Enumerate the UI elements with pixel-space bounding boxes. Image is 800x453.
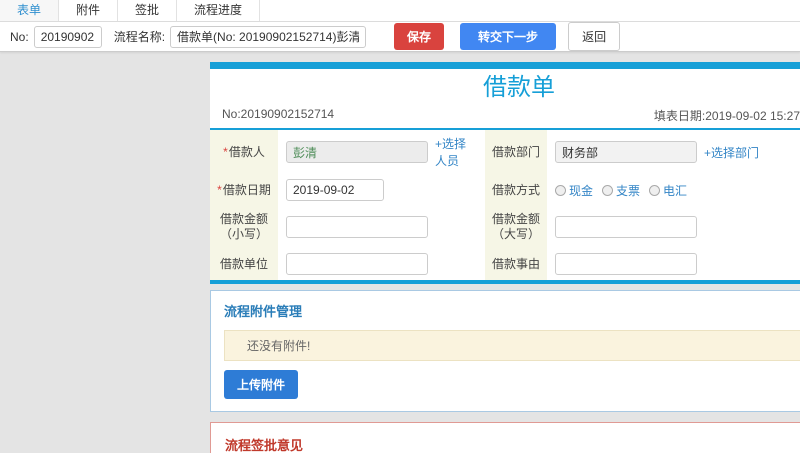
required-mark: *: [217, 182, 222, 197]
loan-unit-field: [278, 248, 485, 280]
radio-wire-transfer[interactable]: 电汇: [649, 182, 687, 199]
loan-unit-input[interactable]: [286, 253, 428, 275]
amount-small-label: 借款金额（小写）: [210, 206, 278, 248]
amount-big-field: [547, 206, 800, 248]
tab-attachments[interactable]: 附件: [59, 0, 119, 21]
command-bar: No: 流程名称: 保存 转交下一步 返回: [0, 22, 800, 52]
no-label: No:: [10, 29, 29, 44]
form-meta-row: No:20190902152714 填表日期:2019-09-02 15:27:…: [210, 105, 800, 130]
radio-icon[interactable]: [555, 184, 566, 196]
radio-icon[interactable]: [649, 184, 661, 196]
borrower-input[interactable]: [286, 141, 428, 163]
loan-date-input[interactable]: [286, 179, 384, 201]
amount-big-input[interactable]: [555, 216, 697, 238]
amount-small-field: [278, 206, 485, 248]
borrower-label: *借款人: [210, 130, 278, 174]
save-button[interactable]: 保存: [394, 23, 445, 50]
process-name-input[interactable]: [170, 25, 367, 48]
tab-approval[interactable]: 签批: [118, 0, 178, 21]
radio-cheque[interactable]: 支票: [602, 182, 640, 199]
amount-small-input[interactable]: [286, 216, 428, 238]
next-step-button[interactable]: 转交下一步: [460, 23, 557, 50]
approval-panel: 流程签批意见 B I abc ⚑: [210, 422, 800, 453]
tab-bar: 表单 附件 签批 流程进度: [0, 0, 800, 22]
approval-heading: 流程签批意见: [225, 438, 304, 453]
attachment-panel: 流程附件管理 还没有附件! 上传附件: [210, 290, 800, 412]
loan-method-label: 借款方式: [485, 174, 547, 206]
loan-method-field: 现金 支票 电汇: [547, 174, 800, 206]
radio-icon[interactable]: [602, 184, 614, 196]
process-name-label: 流程名称:: [113, 30, 166, 44]
loan-method-radio-group: 现金 支票 电汇: [555, 182, 687, 199]
attachment-empty-message: 还没有附件!: [224, 330, 800, 361]
loan-date-label: *借款日期: [210, 174, 278, 206]
loan-form-panel: 借款单 No:20190902152714 填表日期:2019-09-02 15…: [210, 62, 800, 284]
upload-attachment-button[interactable]: 上传附件: [224, 370, 299, 399]
tab-process-progress[interactable]: 流程进度: [177, 0, 261, 21]
form-date-text: 填表日期:2019-09-02 15:27:1: [653, 109, 800, 123]
department-label: 借款部门: [485, 130, 547, 174]
department-input[interactable]: [555, 141, 697, 163]
select-department-link[interactable]: +选择部门: [704, 144, 759, 161]
department-field: +选择部门: [547, 130, 800, 174]
loan-reason-field: [547, 248, 800, 280]
no-input[interactable]: [33, 25, 102, 48]
select-person-link[interactable]: +选择人员: [435, 135, 477, 169]
attachment-heading: 流程附件管理: [224, 304, 303, 319]
loan-reason-input[interactable]: [555, 253, 697, 275]
form-no-text: No:20190902152714: [222, 107, 335, 121]
borrower-field: +选择人员: [278, 130, 485, 174]
loan-reason-label: 借款事由: [485, 248, 547, 280]
amount-big-label: 借款金额（大写）: [485, 206, 547, 248]
required-mark: *: [223, 144, 228, 159]
loan-unit-label: 借款单位: [210, 248, 278, 280]
loan-date-field: [278, 174, 485, 206]
tab-form[interactable]: 表单: [0, 0, 60, 21]
form-title: 借款单: [483, 74, 555, 101]
page-body: 借款单 No:20190902152714 填表日期:2019-09-02 15…: [0, 52, 800, 453]
radio-cash[interactable]: 现金: [555, 182, 593, 199]
back-button[interactable]: 返回: [568, 22, 621, 51]
loan-form-grid: *借款人 +选择人员 借款部门 +选择部门 *借款日期 借款方式: [210, 130, 800, 280]
